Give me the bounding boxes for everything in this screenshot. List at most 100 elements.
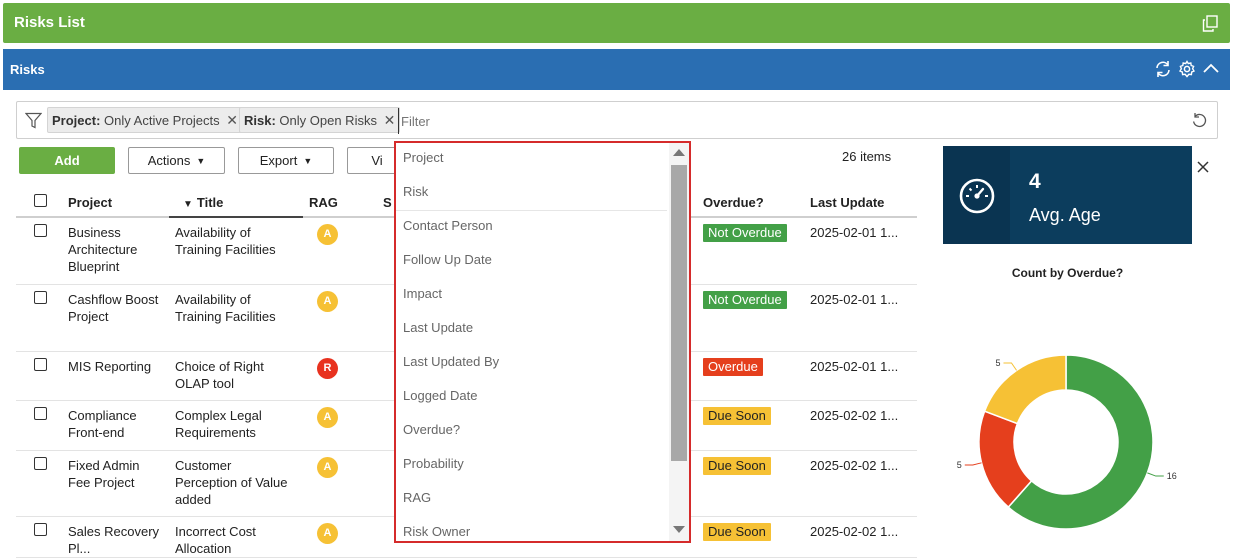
- status-badge: Overdue: [703, 357, 763, 376]
- row-select-cell[interactable]: [16, 450, 62, 517]
- rag-cell: R: [303, 351, 377, 401]
- scroll-up-icon[interactable]: [673, 149, 685, 156]
- dropdown-item-logged-date[interactable]: Logged Date: [396, 381, 667, 415]
- column-header-overdue[interactable]: Overdue?: [697, 188, 804, 218]
- window-title: Risks List: [14, 14, 85, 31]
- filter-bar: Project: Only Active Projects ✕ Risk: On…: [16, 101, 1218, 139]
- dropdown-item-project[interactable]: Project: [396, 143, 667, 177]
- row-checkbox[interactable]: [34, 406, 47, 420]
- project-cell[interactable]: MIS Reporting: [62, 351, 169, 401]
- row-checkbox[interactable]: [34, 357, 47, 371]
- chevron-up-icon[interactable]: [1202, 60, 1220, 78]
- last-update-cell: 2025-02-01 1...: [804, 284, 917, 352]
- row-select-cell[interactable]: [16, 217, 62, 285]
- label-leader-line: [1003, 362, 1017, 371]
- row-checkbox[interactable]: [34, 224, 47, 237]
- filter-chip-key: Risk:: [244, 113, 276, 128]
- row-select-cell[interactable]: [16, 400, 62, 451]
- dropdown-item-risk[interactable]: Risk: [396, 177, 667, 211]
- reset-icon[interactable]: [1191, 112, 1208, 129]
- item-count: 26 items: [842, 149, 892, 164]
- dropdown-item-last-update[interactable]: Last Update: [396, 313, 667, 347]
- column-header-rag[interactable]: RAG: [303, 188, 377, 218]
- column-header-project[interactable]: Project: [62, 188, 169, 218]
- project-cell[interactable]: Business Architecture Blueprint: [62, 217, 169, 285]
- row-checkbox[interactable]: [34, 290, 47, 304]
- rag-indicator: A: [317, 522, 338, 544]
- overdue-cell: Not Overdue: [697, 217, 804, 285]
- copy-icon[interactable]: [1202, 15, 1218, 32]
- funnel-icon: [25, 112, 42, 129]
- add-button[interactable]: Add: [19, 147, 115, 174]
- dropdown-item-contact-person[interactable]: Contact Person: [396, 211, 667, 245]
- view-label: Vi: [371, 153, 383, 168]
- dropdown-item-risk-owner[interactable]: Risk Owner: [396, 517, 667, 541]
- gear-icon[interactable]: [1178, 60, 1196, 78]
- dropdown-scrollbar[interactable]: [669, 143, 689, 541]
- overdue-donut-chart: 1655: [957, 354, 1177, 530]
- refresh-icon[interactable]: [1154, 60, 1172, 78]
- status-badge: Due Soon: [703, 522, 771, 541]
- title-cell[interactable]: Availability of Training Facilities: [169, 284, 303, 352]
- status-badge: Not Overdue: [703, 224, 787, 242]
- rag-indicator: A: [317, 290, 338, 312]
- dropdown-item-rag[interactable]: RAG: [396, 483, 667, 517]
- actions-button[interactable]: Actions ▼: [128, 147, 225, 174]
- rag-cell: A: [303, 400, 377, 451]
- row-checkbox[interactable]: [34, 456, 47, 470]
- scrollbar-thumb[interactable]: [671, 165, 687, 461]
- caret-down-icon: ▼: [196, 156, 206, 166]
- export-button[interactable]: Export ▼: [238, 147, 334, 174]
- overdue-cell: Overdue: [697, 351, 804, 401]
- row-select-cell[interactable]: [16, 351, 62, 401]
- title-cell[interactable]: Complex Legal Requirements: [169, 400, 303, 451]
- filter-chip-project[interactable]: Project: Only Active Projects ✕: [47, 107, 243, 133]
- rag-indicator: A: [317, 224, 338, 245]
- rag-cell: A: [303, 284, 377, 352]
- column-header-last-update[interactable]: Last Update: [804, 188, 917, 218]
- dropdown-item-last-updated-by[interactable]: Last Updated By: [396, 347, 667, 381]
- filter-input[interactable]: [398, 108, 998, 134]
- label-leader-line: [1147, 472, 1164, 477]
- dropdown-list: Project Risk Contact Person Follow Up Da…: [396, 143, 689, 541]
- panel-title: Risks: [10, 62, 45, 77]
- status-badge: Due Soon: [703, 406, 771, 425]
- kpi-label: Avg. Age: [1029, 205, 1101, 225]
- label-leader-line: [964, 462, 982, 466]
- panel-header: Risks: [3, 49, 1230, 90]
- scroll-down-icon[interactable]: [673, 526, 685, 533]
- overdue-cell: Due Soon: [697, 400, 804, 451]
- dropdown-item-follow-up-date[interactable]: Follow Up Date: [396, 245, 667, 279]
- kpi-value: 4: [1029, 170, 1041, 193]
- close-icon[interactable]: ✕: [226, 108, 238, 132]
- kpi-icon-box: [943, 146, 1010, 244]
- project-cell[interactable]: Compliance Front-end: [62, 400, 169, 451]
- filter-chip-risk[interactable]: Risk: Only Open Risks ✕: [239, 107, 401, 133]
- select-all-cell[interactable]: [16, 188, 62, 218]
- filter-field-dropdown[interactable]: Project Risk Contact Person Follow Up Da…: [394, 141, 691, 543]
- close-icon[interactable]: [1196, 160, 1210, 174]
- data-label: 16: [1167, 471, 1177, 481]
- select-all-checkbox[interactable]: [34, 194, 47, 207]
- title-cell[interactable]: Availability of Training Facilities: [169, 217, 303, 285]
- window-title-bar: Risks List: [3, 3, 1230, 43]
- title-cell[interactable]: Customer Perception of Value added: [169, 450, 303, 517]
- title-cell[interactable]: Choice of Right OLAP tool: [169, 351, 303, 401]
- filter-chip-key: Project:: [52, 113, 101, 128]
- sort-down-icon: ▼: [183, 198, 193, 210]
- rag-indicator: A: [317, 406, 338, 428]
- close-icon[interactable]: ✕: [384, 108, 396, 132]
- column-header-title[interactable]: ▼ Title: [169, 188, 303, 218]
- dropdown-item-probability[interactable]: Probability: [396, 449, 667, 483]
- project-cell[interactable]: Cashflow Boost Project: [62, 284, 169, 352]
- dropdown-item-overdue[interactable]: Overdue?: [396, 415, 667, 449]
- last-update-cell: 2025-02-02 1...: [804, 450, 917, 517]
- overdue-cell: Due Soon: [697, 450, 804, 517]
- rag-cell: A: [303, 217, 377, 285]
- last-update-cell: 2025-02-01 1...: [804, 217, 917, 285]
- row-checkbox[interactable]: [34, 522, 47, 536]
- row-select-cell[interactable]: [16, 284, 62, 352]
- dropdown-item-impact[interactable]: Impact: [396, 279, 667, 313]
- actions-label: Actions: [147, 153, 191, 168]
- project-cell[interactable]: Fixed Admin Fee Project: [62, 450, 169, 517]
